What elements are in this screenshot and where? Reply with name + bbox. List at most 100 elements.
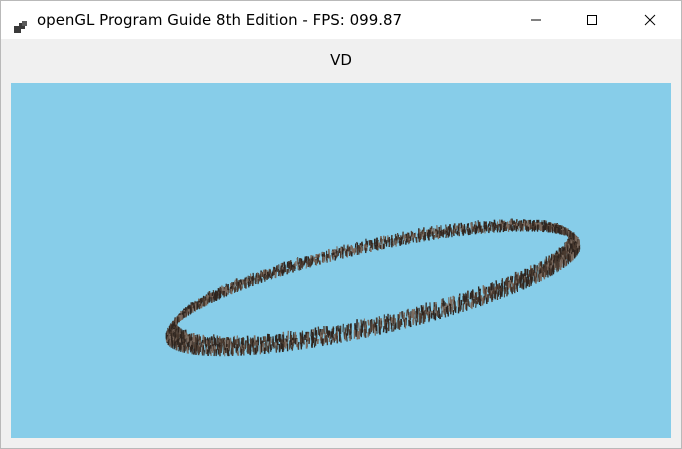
close-icon — [644, 14, 656, 26]
figure — [318, 253, 321, 258]
figure — [445, 233, 448, 239]
figure — [485, 297, 488, 304]
figure — [439, 230, 443, 236]
figure — [546, 226, 548, 232]
figure — [170, 324, 173, 330]
figure — [497, 283, 501, 291]
figure — [412, 319, 414, 326]
figure — [558, 228, 562, 235]
figure — [526, 278, 529, 287]
figure — [432, 311, 436, 320]
figure — [522, 280, 525, 290]
figure — [317, 326, 320, 336]
figure — [469, 230, 472, 236]
figure — [200, 303, 203, 309]
figure — [478, 296, 481, 306]
figure — [173, 322, 176, 327]
figure — [569, 231, 572, 238]
figure — [296, 257, 299, 265]
figure — [240, 348, 243, 356]
figure — [241, 279, 244, 285]
figure — [418, 316, 422, 325]
figure — [205, 347, 208, 355]
title-bar[interactable]: openGL Program Guide 8th Edition - FPS: … — [1, 1, 681, 39]
close-button[interactable] — [627, 1, 673, 39]
figure — [233, 343, 236, 349]
figure — [305, 264, 308, 269]
figure — [519, 227, 522, 232]
maximize-button[interactable] — [569, 1, 615, 39]
figure — [552, 265, 555, 275]
figure — [312, 337, 315, 344]
figure — [225, 336, 228, 346]
figure — [496, 228, 499, 233]
figure — [212, 296, 215, 303]
figure — [398, 311, 401, 319]
figure — [265, 274, 268, 281]
figure-ring — [165, 218, 581, 357]
figure — [236, 350, 240, 356]
figure — [367, 319, 370, 326]
figure — [507, 225, 510, 232]
figure — [360, 247, 363, 254]
figure — [178, 345, 181, 352]
figure — [403, 235, 406, 242]
figure — [356, 331, 359, 340]
figure — [329, 255, 332, 262]
figure — [406, 236, 409, 243]
figure — [472, 291, 475, 299]
figure — [569, 253, 572, 263]
ring-scene — [165, 218, 581, 357]
figure — [511, 225, 514, 232]
figure — [418, 237, 421, 243]
figure — [375, 244, 378, 250]
vd-label: VD — [330, 51, 352, 69]
figure — [231, 347, 234, 357]
figure — [253, 347, 255, 355]
figure — [475, 301, 477, 308]
figure — [272, 269, 276, 276]
figure — [522, 225, 525, 232]
figure — [274, 271, 277, 279]
figure — [261, 271, 264, 278]
figure — [434, 231, 438, 238]
opengl-viewport[interactable] — [11, 83, 671, 438]
figure — [468, 301, 471, 307]
figure — [357, 244, 360, 251]
figure — [345, 333, 348, 342]
figure — [222, 348, 225, 355]
figure — [517, 272, 520, 280]
figure — [278, 333, 281, 342]
figure — [483, 286, 486, 295]
figure — [308, 337, 311, 344]
figure — [245, 278, 248, 283]
figure — [313, 340, 316, 348]
figure — [524, 276, 527, 283]
figure — [321, 339, 324, 347]
figure — [507, 282, 510, 290]
figure — [491, 282, 494, 290]
figure — [302, 339, 305, 345]
figure — [406, 309, 408, 317]
figure — [497, 291, 500, 297]
figure — [519, 282, 522, 288]
figure — [455, 229, 457, 234]
figure — [316, 259, 319, 264]
figure — [576, 248, 579, 256]
figure — [479, 225, 482, 233]
figure — [385, 327, 388, 334]
figure — [495, 285, 498, 295]
figure — [449, 228, 452, 232]
figure — [450, 231, 453, 238]
figure — [398, 240, 402, 246]
figure — [249, 344, 252, 351]
figure — [392, 241, 395, 247]
figure — [193, 305, 196, 312]
figure — [452, 309, 455, 316]
figure — [282, 334, 285, 344]
figure — [458, 305, 462, 312]
figure — [333, 337, 336, 343]
minimize-button[interactable] — [513, 1, 559, 39]
figure — [357, 331, 360, 340]
figure — [409, 320, 412, 328]
